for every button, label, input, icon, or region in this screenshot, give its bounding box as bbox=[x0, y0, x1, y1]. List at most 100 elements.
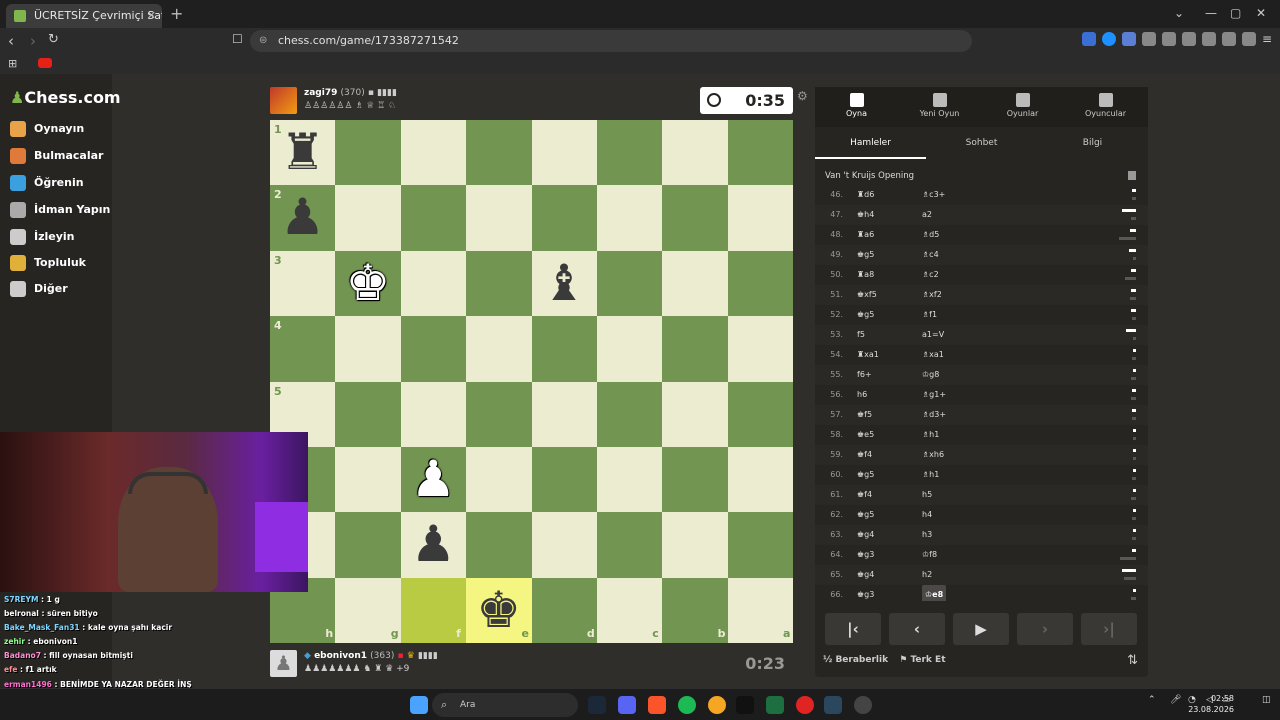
next-move-button[interactable]: › bbox=[1017, 613, 1073, 645]
white-move[interactable]: ♚g5 bbox=[857, 465, 874, 485]
steam-active-icon[interactable] bbox=[824, 696, 842, 714]
black-move[interactable]: ♔e8 bbox=[922, 585, 947, 601]
black-move[interactable]: ♗d3+ bbox=[922, 405, 946, 425]
sidebar-icon[interactable] bbox=[1182, 32, 1196, 46]
system-clock[interactable]: 02:58 23.08.2026 bbox=[1188, 693, 1234, 715]
black-move[interactable]: ♗xf2 bbox=[922, 285, 942, 305]
board-square[interactable] bbox=[596, 120, 663, 186]
black-move[interactable]: ♗c3+ bbox=[922, 185, 945, 205]
board-square[interactable] bbox=[335, 381, 401, 447]
board-square[interactable] bbox=[335, 446, 401, 513]
white-king-icon[interactable]: ♚ bbox=[335, 251, 400, 316]
board-square[interactable] bbox=[531, 446, 597, 513]
flip-board-icon[interactable]: ⇅ bbox=[1127, 653, 1138, 668]
white-move[interactable]: ♚g4 bbox=[857, 525, 874, 545]
board-square[interactable] bbox=[596, 381, 663, 447]
black-move[interactable]: ♔g8 bbox=[922, 365, 939, 385]
board-square[interactable] bbox=[400, 120, 467, 186]
media-icon[interactable] bbox=[1162, 32, 1176, 46]
close-tab-icon[interactable]: ✕ bbox=[147, 4, 156, 28]
brave-icon[interactable] bbox=[648, 696, 666, 714]
black-move[interactable]: h2 bbox=[922, 565, 932, 585]
sidebar-item-puzzle[interactable]: Bulmacalar bbox=[10, 147, 103, 165]
chess-board[interactable]: 1 2 3 4 5 h g f e d c b a ♜ ♟ ♚ ♝ ♟ ♟ ♚ bbox=[270, 120, 794, 644]
vpn-icon[interactable] bbox=[1242, 32, 1256, 46]
black-move[interactable]: h4 bbox=[922, 505, 932, 525]
browser-tab[interactable]: ÜCRETSİZ Çevrimiçi Satranç ... ✕ bbox=[6, 4, 162, 28]
black-move[interactable]: ♗xa1 bbox=[922, 345, 944, 365]
white-move[interactable]: ♚g5 bbox=[857, 305, 874, 325]
black-move[interactable]: ♗xh6 bbox=[922, 445, 944, 465]
url-field[interactable]: ⊜ chess.com/game/173387271542 bbox=[250, 30, 972, 52]
white-move[interactable]: f6+ bbox=[857, 365, 872, 385]
white-move[interactable]: ♚e5 bbox=[857, 425, 874, 445]
play-button[interactable]: ▶ bbox=[953, 613, 1009, 645]
white-pawn-icon[interactable]: ♟ bbox=[401, 447, 466, 512]
tab-list-icon[interactable]: ⌄ bbox=[1174, 6, 1184, 20]
opening-name[interactable]: Van 't Kruijs Opening bbox=[825, 171, 914, 181]
tab-new-game[interactable]: Yeni Oyun bbox=[898, 87, 981, 127]
bookmark-icon[interactable]: ☐ bbox=[232, 32, 243, 46]
white-move[interactable]: ♚g3 bbox=[857, 585, 874, 601]
black-move[interactable]: ♗c4 bbox=[922, 245, 939, 265]
board-square[interactable] bbox=[400, 250, 467, 317]
sidebar-item-learn[interactable]: Öğrenin bbox=[10, 174, 84, 192]
resign-button[interactable]: Terk Et bbox=[910, 655, 945, 665]
board-square[interactable] bbox=[335, 316, 401, 382]
board-square[interactable] bbox=[466, 250, 532, 317]
copy-icon[interactable] bbox=[1128, 171, 1136, 180]
black-bishop-icon[interactable]: ♝ bbox=[532, 251, 597, 316]
player-name[interactable]: ◆ ebonivon1 (363) ▪ ♛ ▮▮▮▮ bbox=[304, 651, 438, 661]
board-square[interactable] bbox=[531, 120, 597, 186]
black-move[interactable]: a1=V bbox=[922, 325, 944, 345]
sidebar-item-play[interactable]: Oynayın bbox=[10, 120, 84, 138]
reload-icon[interactable]: ↻ bbox=[48, 32, 59, 47]
mic-icon[interactable]: 🎤︎ bbox=[1170, 695, 1181, 705]
black-move[interactable]: ♗h1 bbox=[922, 465, 939, 485]
board-square[interactable] bbox=[466, 446, 532, 513]
start-icon[interactable] bbox=[410, 696, 428, 714]
board-square[interactable] bbox=[531, 512, 597, 578]
black-move[interactable]: ♗f1 bbox=[922, 305, 937, 325]
app-icon[interactable] bbox=[854, 696, 872, 714]
black-move[interactable]: h3 bbox=[922, 525, 932, 545]
white-move[interactable]: ♚f4 bbox=[857, 445, 872, 465]
black-move[interactable]: ♗g1+ bbox=[922, 385, 946, 405]
board-square[interactable] bbox=[727, 446, 794, 513]
tray-chevron-icon[interactable]: ⌃ bbox=[1148, 695, 1156, 705]
menu-icon[interactable]: ≡ bbox=[1262, 32, 1272, 46]
board-square[interactable] bbox=[596, 185, 663, 251]
board-square[interactable] bbox=[596, 512, 663, 578]
subtab[interactable]: Hamleler bbox=[815, 129, 926, 159]
new-tab-button[interactable]: + bbox=[170, 4, 183, 23]
first-move-button[interactable]: |‹ bbox=[825, 613, 881, 645]
player-name[interactable]: zagi79 (370) ▪ ▮▮▮▮ bbox=[304, 88, 397, 98]
black-move[interactable]: ♗h1 bbox=[922, 425, 939, 445]
steam-icon[interactable] bbox=[588, 696, 606, 714]
white-move[interactable]: ♚g4 bbox=[857, 565, 874, 585]
board-square[interactable] bbox=[466, 512, 532, 578]
forward-icon[interactable]: › bbox=[30, 32, 36, 50]
white-move[interactable]: ♚g5 bbox=[857, 245, 874, 265]
white-move[interactable]: h6 bbox=[857, 385, 867, 405]
white-move[interactable]: ♚h4 bbox=[857, 205, 874, 225]
maximize-icon[interactable]: ▢ bbox=[1230, 6, 1241, 20]
black-move[interactable]: ♗c2 bbox=[922, 265, 939, 285]
board-square[interactable] bbox=[596, 446, 663, 513]
subtab[interactable]: Sohbet bbox=[926, 129, 1037, 159]
excel-icon[interactable] bbox=[766, 696, 784, 714]
close-window-icon[interactable]: ✕ bbox=[1256, 6, 1266, 20]
sidebar-item-more[interactable]: Diğer bbox=[10, 280, 68, 298]
wallet-icon[interactable] bbox=[1202, 32, 1216, 46]
tab-players[interactable]: Oyuncular bbox=[1064, 87, 1147, 127]
board-square[interactable] bbox=[662, 381, 728, 447]
white-move[interactable]: ♜xa1 bbox=[857, 345, 879, 365]
board-square[interactable] bbox=[400, 316, 467, 382]
white-move[interactable]: f5 bbox=[857, 325, 865, 345]
minimize-icon[interactable]: — bbox=[1205, 6, 1217, 20]
board-square[interactable] bbox=[727, 120, 794, 186]
sidebar-item-watch[interactable]: İzleyin bbox=[10, 228, 75, 246]
black-move[interactable]: ♗d5 bbox=[922, 225, 939, 245]
board-square[interactable] bbox=[531, 185, 597, 251]
white-move[interactable]: ♜a6 bbox=[857, 225, 874, 245]
